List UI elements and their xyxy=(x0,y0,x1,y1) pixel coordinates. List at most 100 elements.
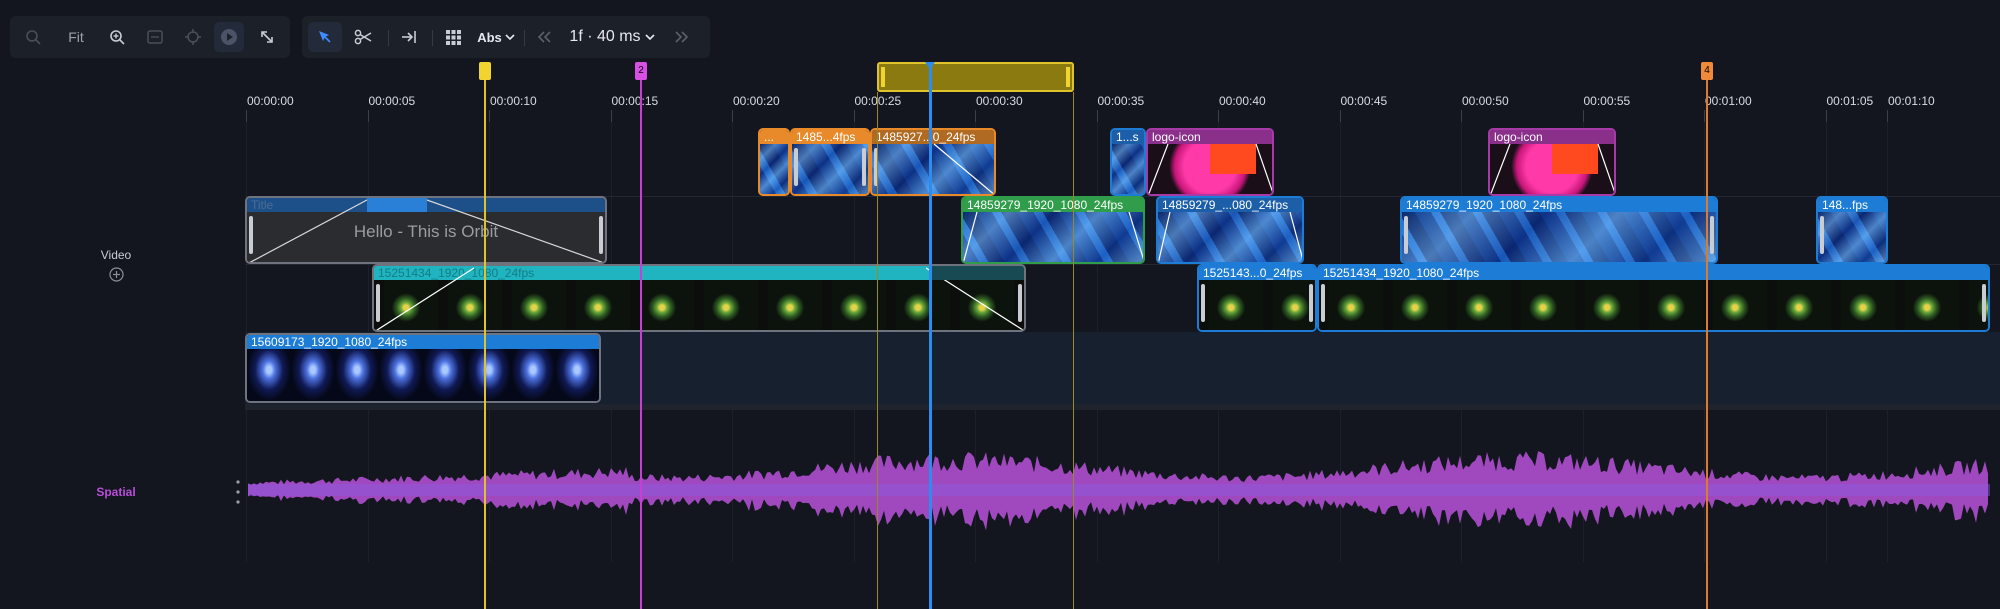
clip-trim-handle[interactable] xyxy=(376,284,380,322)
ruler-tick-label: 00:00:35 xyxy=(1097,94,1145,108)
ruler-tick xyxy=(489,110,490,122)
ruler-tick-label: 00:00:05 xyxy=(368,94,416,108)
clip-trim-handle[interactable] xyxy=(1018,284,1022,322)
video-clip[interactable]: 15251434_1920_1080_24fps xyxy=(372,264,1026,332)
track-divider xyxy=(245,404,2000,410)
marker-flag-1[interactable] xyxy=(479,62,491,80)
logo-clip[interactable]: logo-icon xyxy=(1488,128,1616,196)
ruler-tick xyxy=(1887,110,1888,122)
focus-icon[interactable] xyxy=(178,22,208,52)
chevron-down-icon xyxy=(644,34,655,41)
clip-thumbnail xyxy=(760,144,788,194)
video-clip[interactable]: ... xyxy=(758,128,790,196)
audio-drag-handle-icon[interactable] xyxy=(236,480,240,509)
select-arrow-icon[interactable] xyxy=(308,22,342,52)
clip-trim-handle[interactable] xyxy=(794,148,798,186)
clip-title: 1525143...0_24fps xyxy=(1199,266,1315,280)
ruler-tick xyxy=(1096,110,1098,122)
transition-overlay xyxy=(933,143,994,194)
video-clip[interactable]: 15251434_1920_1080_24fps xyxy=(1317,264,1990,332)
playhead-handle[interactable] xyxy=(925,62,935,69)
clip-trim-handle[interactable] xyxy=(1201,284,1205,322)
prev-frame-icon[interactable] xyxy=(530,22,560,52)
clip-trim-handle[interactable] xyxy=(1710,216,1714,254)
video-clip[interactable]: 15609173_1920_1080_24fps xyxy=(245,333,601,403)
ruler-tick xyxy=(610,110,612,122)
frame-step-select[interactable]: 1f · 40 ms xyxy=(564,22,660,52)
time-mode-select[interactable]: Abs xyxy=(474,22,518,52)
toolbar-divider xyxy=(524,30,525,46)
ruler-tick xyxy=(1339,110,1341,122)
range-out-handle[interactable] xyxy=(1066,67,1070,87)
add-track-icon[interactable] xyxy=(109,267,124,287)
playhead-line[interactable] xyxy=(929,64,932,609)
marker-flag-2[interactable]: 2 xyxy=(635,62,647,80)
ruler-tick-label: 00:01:10 xyxy=(1888,94,1935,108)
clip-trim-handle[interactable] xyxy=(1820,216,1824,254)
zoom-in-icon[interactable] xyxy=(102,22,132,52)
video-clip[interactable]: 14859279_...080_24fps xyxy=(1156,196,1304,264)
clip-trim-handle[interactable] xyxy=(599,216,603,254)
ruler-tick xyxy=(246,110,247,122)
video-clip[interactable]: 148...fps xyxy=(1816,196,1888,264)
clip-thumbnail xyxy=(1319,280,1988,330)
grid-icon[interactable] xyxy=(438,22,468,52)
time-mode-value: Abs xyxy=(477,29,502,45)
transition-overlay xyxy=(1148,143,1272,194)
clip-thumbnail xyxy=(1402,212,1716,262)
transition-overlay xyxy=(1490,143,1614,194)
skip-to-end-icon[interactable] xyxy=(394,22,424,52)
clip-thumbnail xyxy=(1199,280,1315,330)
range-selection[interactable] xyxy=(877,62,1074,92)
ruler-tick xyxy=(1582,110,1584,122)
ruler-tick xyxy=(367,110,369,122)
logo-clip[interactable]: logo-icon xyxy=(1146,128,1274,196)
ruler-tick xyxy=(1218,110,1219,122)
video-clip[interactable]: 1525143...0_24fps xyxy=(1197,264,1317,332)
video-clip[interactable]: 14859279_1920_1080_24fps xyxy=(961,196,1145,264)
zoom-out-icon[interactable] xyxy=(18,22,48,52)
range-out-line xyxy=(1073,92,1074,609)
marker-line-2 xyxy=(640,70,642,609)
clip-title: ... xyxy=(760,130,788,144)
video-clip[interactable]: 1...s xyxy=(1110,128,1146,196)
ruler-tick-label: 00:00:55 xyxy=(1583,94,1631,108)
clip-thumbnail xyxy=(792,144,868,194)
ruler-tick-label: 00:00:45 xyxy=(1340,94,1388,108)
clip-title: 15609173_1920_1080_24fps xyxy=(247,335,599,349)
play-range-icon[interactable] xyxy=(214,22,244,52)
ruler-tick-label: 00:00:15 xyxy=(611,94,659,108)
video-clip[interactable]: 1485...4fps xyxy=(790,128,870,196)
ruler-tick-label: 00:00:30 xyxy=(976,94,1023,108)
clip-trim-handle[interactable] xyxy=(249,216,253,254)
title-clip[interactable]: Title Hello - This is Orbit xyxy=(245,196,607,264)
ruler-tick xyxy=(853,110,855,122)
ruler-tick xyxy=(732,110,733,122)
marker-line-4 xyxy=(1706,70,1708,609)
audio-waveform[interactable] xyxy=(248,440,1990,540)
ruler-tick-label: 00:00:20 xyxy=(733,94,780,108)
ruler-tick-label: 00:00:40 xyxy=(1219,94,1266,108)
marker-flag-4[interactable]: 4 xyxy=(1701,62,1713,80)
title-overlay-text: Hello - This is Orbit xyxy=(353,222,499,241)
transition-overlay xyxy=(1158,211,1302,262)
clip-title: 1...s xyxy=(1112,130,1144,144)
clip-trim-handle[interactable] xyxy=(1982,284,1986,322)
ruler-tick xyxy=(975,110,976,122)
scissors-icon[interactable] xyxy=(348,22,378,52)
video-clip[interactable]: 14859279_1920_1080_24fps xyxy=(1400,196,1718,264)
video-clip[interactable]: 1485927...0_24fps xyxy=(870,128,996,196)
clip-title: 1485...4fps xyxy=(792,130,868,144)
clip-trim-handle[interactable] xyxy=(1309,284,1313,322)
ruler-tick-label: 00:00:50 xyxy=(1462,94,1509,108)
clip-title: 14859279_1920_1080_24fps xyxy=(1402,198,1716,212)
clip-trim-handle[interactable] xyxy=(862,148,866,186)
toolbar-divider xyxy=(432,30,433,46)
clip-trim-handle[interactable] xyxy=(1321,284,1325,322)
range-in-handle[interactable] xyxy=(881,67,885,87)
expand-icon[interactable] xyxy=(252,22,282,52)
fit-selection-icon[interactable] xyxy=(140,22,170,52)
fit-button[interactable]: Fit xyxy=(54,22,98,52)
clip-trim-handle[interactable] xyxy=(1404,216,1408,254)
next-frame-icon[interactable] xyxy=(666,22,696,52)
